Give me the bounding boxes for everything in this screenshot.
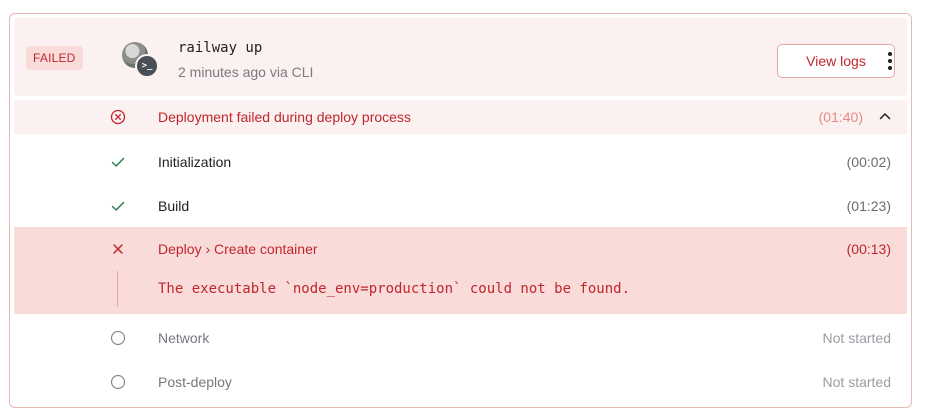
error-message: The executable `node_env=production` cou… [158,281,631,297]
step-duration: (01:23) [846,198,891,214]
chevron-up-icon[interactable] [879,112,891,120]
check-icon [111,157,125,167]
step-label: Initialization [158,154,232,170]
step-label: Network [158,330,210,346]
deployment-header: FAILED >_ railway up 2 minutes ago via C… [14,18,907,96]
step-label: Post-deploy [158,374,232,390]
deployment-command: railway up [178,40,263,56]
circle-icon [110,330,126,346]
more-vertical-icon[interactable] [878,48,902,74]
deployment-meta: 2 minutes ago via CLI [178,64,314,80]
step-label: Build [158,198,190,214]
check-icon [111,201,125,211]
summary-label: Deployment failed during deploy process [158,109,411,125]
step-deploy: Deploy › Create container (00:13) The ex… [14,227,907,314]
error-divider [117,271,118,307]
summary-duration: (01:40) [818,109,863,125]
circle-icon [110,374,126,390]
deployment-failure-summary[interactable]: Deployment failed during deploy process … [14,100,907,134]
step-post-deploy: Post-deploy Not started [14,368,907,396]
deployment-card: FAILED >_ railway up 2 minutes ago via C… [9,13,912,408]
step-initialization: Initialization (00:02) [14,148,907,176]
step-label: Deploy › Create container [158,241,318,257]
step-status: Not started [822,330,891,346]
step-duration: (00:13) [846,241,891,257]
step-status: Not started [822,374,891,390]
terminal-icon: >_ [135,54,159,78]
x-circle-icon [110,109,126,125]
step-build: Build (01:23) [14,192,907,220]
step-network: Network Not started [14,324,907,352]
status-badge: FAILED [26,46,83,70]
step-duration: (00:02) [846,154,891,170]
x-icon [113,244,123,254]
